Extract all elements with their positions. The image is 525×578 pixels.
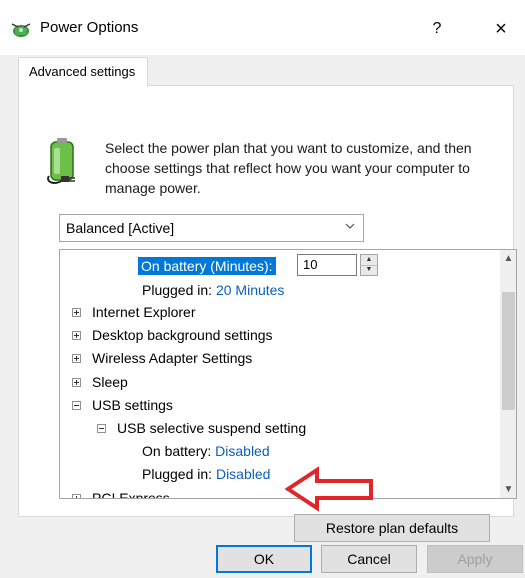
- expand-plus-icon[interactable]: [72, 308, 81, 317]
- minutes-spin-buttons[interactable]: ▲ ▼: [360, 254, 378, 276]
- expand-plus-icon[interactable]: [72, 331, 81, 340]
- tree-item-label: Desktop background settings: [92, 327, 273, 343]
- apply-button[interactable]: Apply: [427, 545, 523, 573]
- tree-item-label: Plugged in:: [142, 282, 213, 298]
- window-title: Power Options: [40, 19, 139, 36]
- cancel-button[interactable]: Cancel: [321, 545, 417, 573]
- tree-row-sleep[interactable]: Sleep: [92, 371, 128, 393]
- tab-label: Advanced settings: [29, 64, 136, 79]
- tree-item-label: USB settings: [92, 397, 173, 413]
- tree-item-label: Wireless Adapter Settings: [92, 350, 253, 366]
- tree-item-label: Sleep: [92, 374, 128, 390]
- tab-advanced-settings[interactable]: Advanced settings: [18, 57, 148, 87]
- title-bar: Power Options ? ×: [0, 0, 525, 55]
- tree-item-value[interactable]: Disabled: [216, 466, 270, 482]
- tree-scrollbar[interactable]: ▲ ▼: [500, 250, 516, 498]
- minutes-spin-input[interactable]: 10: [297, 254, 357, 276]
- tree-row-desktop-background[interactable]: Desktop background settings: [92, 324, 273, 346]
- restore-button-label: Restore plan defaults: [325, 520, 459, 536]
- close-button[interactable]: ×: [488, 16, 514, 42]
- expand-plus-icon[interactable]: [72, 354, 81, 363]
- collapse-minus-icon[interactable]: [72, 401, 81, 410]
- tree-item-label: Internet Explorer: [92, 304, 196, 320]
- scroll-up-icon[interactable]: ▲: [500, 250, 516, 267]
- spin-down-icon[interactable]: ▼: [361, 265, 377, 275]
- restore-plan-defaults-button[interactable]: Restore plan defaults: [294, 514, 490, 542]
- tree-row-plugged-in-minutes[interactable]: Plugged in: 20 Minutes: [142, 279, 284, 301]
- plan-description: Select the power plan that you want to c…: [105, 140, 472, 196]
- tree-row-usb-plugged-in[interactable]: Plugged in: Disabled: [142, 463, 270, 485]
- expand-plus-icon[interactable]: [72, 494, 81, 498]
- tree-row-on-battery-minutes[interactable]: On battery (Minutes):: [138, 255, 276, 277]
- scroll-thumb[interactable]: [502, 292, 515, 410]
- dialog-body: Advanced settings Select the power plan …: [0, 55, 525, 578]
- power-plan-dropdown[interactable]: Balanced [Active]: [59, 214, 364, 242]
- power-plan-value: Balanced [Active]: [66, 220, 175, 236]
- tree-item-label: On battery (Minutes):: [138, 257, 276, 275]
- tree-item-value[interactable]: 20 Minutes: [216, 282, 284, 298]
- tree-row-usb-selective-suspend[interactable]: USB selective suspend setting: [117, 417, 306, 439]
- expand-plus-icon[interactable]: [72, 378, 81, 387]
- ok-button[interactable]: OK: [216, 545, 312, 573]
- red-arrow-annotation: [285, 466, 373, 512]
- tree-item-value[interactable]: Disabled: [215, 443, 269, 459]
- tree-row-usb-settings[interactable]: USB settings: [92, 394, 173, 416]
- tree-row-usb-on-battery[interactable]: On battery: Disabled: [142, 440, 270, 462]
- chevron-down-icon: [345, 223, 355, 229]
- battery-plug-icon: [47, 138, 75, 184]
- tree-row-wireless-adapter[interactable]: Wireless Adapter Settings: [92, 347, 252, 369]
- tree-item-label: Plugged in:: [142, 466, 213, 482]
- tree-row-internet-explorer[interactable]: Internet Explorer: [92, 301, 196, 323]
- tree-item-label: USB selective suspend setting: [117, 420, 307, 436]
- collapse-minus-icon[interactable]: [97, 424, 106, 433]
- help-button[interactable]: ?: [425, 17, 449, 41]
- power-options-icon: [11, 23, 31, 37]
- tree-item-label: On battery:: [142, 443, 212, 459]
- scroll-down-icon[interactable]: ▼: [500, 481, 516, 498]
- tree-row-pci-express[interactable]: PCI Express: [92, 487, 170, 499]
- settings-tree[interactable]: On battery (Minutes): 10 ▲ ▼ Plugged in:…: [59, 249, 517, 499]
- tab-panel: Select the power plan that you want to c…: [18, 85, 517, 542]
- tree-item-label: PCI Express: [92, 490, 170, 499]
